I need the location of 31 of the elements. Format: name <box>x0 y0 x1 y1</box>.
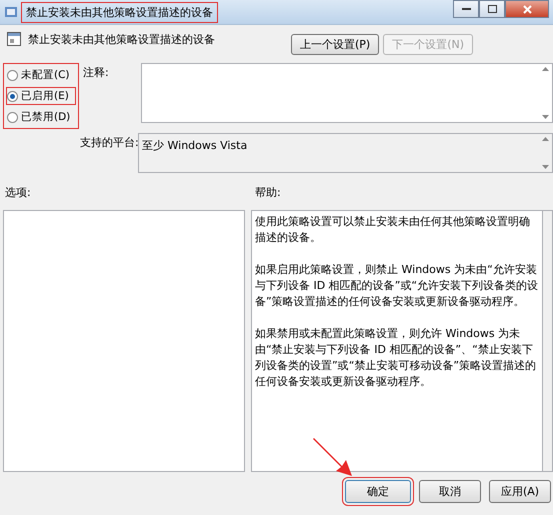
scroll-down-icon[interactable] <box>542 165 548 169</box>
dialog-button[interactable]: 确定 <box>345 480 411 503</box>
options-label: 选项: <box>5 186 31 199</box>
comment-label: 注释: <box>82 65 110 81</box>
state-radio[interactable]: 已启用(E) <box>7 88 75 104</box>
minimize-button[interactable] <box>453 0 479 18</box>
minimize-icon <box>462 8 470 10</box>
navigation-button[interactable]: 上一个设置(P) <box>291 34 380 55</box>
help-paragraph: 如果禁用或未配置此策略设置，则允许 Windows 为未由“禁止安装与下列设备 ID 相匹配的设备”、“禁止安装下列设备类的设置”或“禁止安装可移动设备”策略设置描述的任何设备安装或更新设备驱动程序。 <box>255 326 538 390</box>
policy-icon <box>4 5 18 19</box>
policy-icon <box>6 31 22 47</box>
comment-field[interactable] <box>141 63 553 123</box>
scroll-up-icon[interactable] <box>542 67 548 71</box>
scroll-up-icon[interactable] <box>542 137 548 141</box>
annotation-arrow <box>312 436 354 478</box>
help-label: 帮助: <box>255 185 281 200</box>
state-radio[interactable]: 未配置(C) <box>7 67 75 83</box>
close-button[interactable] <box>505 0 549 18</box>
platform-value: 至少 Windows Vista <box>141 138 248 154</box>
maximize-button[interactable] <box>479 0 505 18</box>
dialog-button[interactable]: 应用(A) <box>489 480 551 503</box>
setting-title: 禁止安装未由其他策略设置描述的设备 <box>28 32 215 47</box>
dialog-button[interactable]: 取消 <box>419 480 481 503</box>
help-paragraph: 使用此策略设置可以禁止安装未由任何其他策略设置明确描述的设备。 <box>255 214 531 246</box>
window-title: 禁止安装未由其他策略设置描述的设备 <box>22 2 217 22</box>
maximize-icon <box>488 5 496 13</box>
close-icon <box>522 4 532 14</box>
state-radio[interactable]: 已禁用(D) <box>7 109 75 125</box>
help-paragraph: 如果启用此策略设置，则禁止 Windows 为未由“允许安装与下列设备 ID 相匹配的设备”或“允许安装下列设备类的设备”策略设置描述的任何设备安装或更新设备驱动程序。 <box>255 262 539 310</box>
platform-label: 支持的平台: <box>79 135 138 151</box>
scroll-down-icon[interactable] <box>542 115 548 119</box>
